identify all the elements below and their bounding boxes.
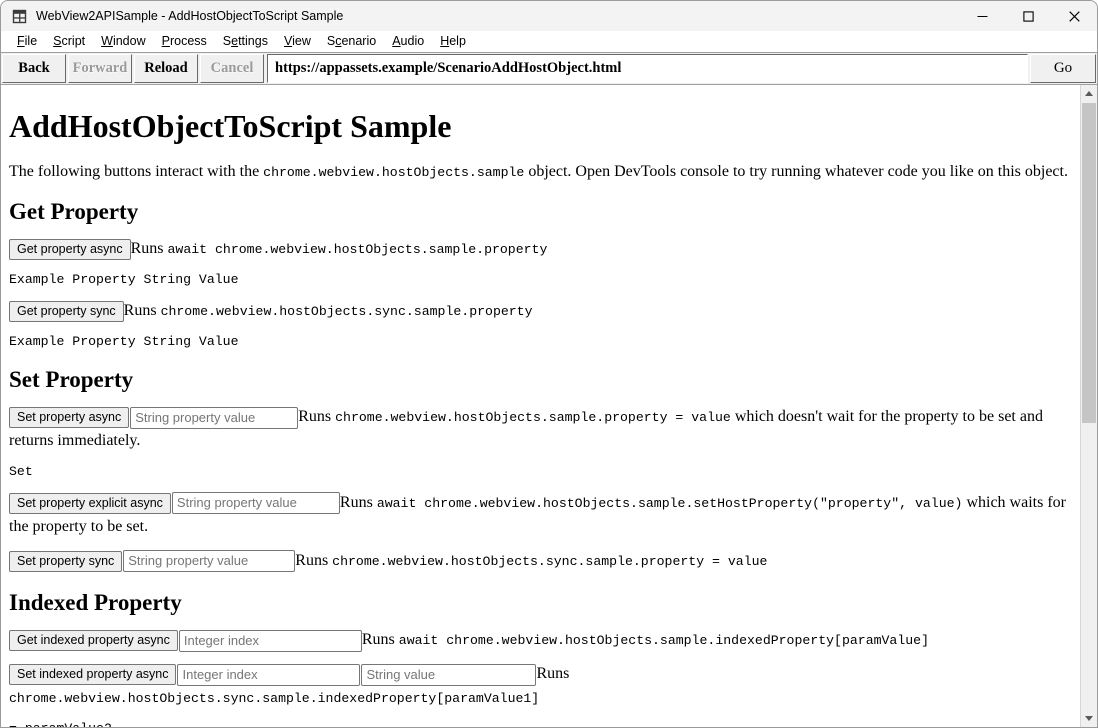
go-button[interactable]: Go: [1030, 54, 1096, 83]
set-property-sync-button[interactable]: Set property sync: [9, 551, 122, 572]
title-bar-left: WebView2APISample - AddHostObjectToScrip…: [1, 9, 343, 24]
scroll-down-arrow[interactable]: [1081, 710, 1097, 727]
get-indexed-property-async-index-input[interactable]: [179, 630, 362, 652]
navigation-toolbar: Back Forward Reload Cancel https://appas…: [1, 52, 1097, 85]
set-indexed-property-async-button[interactable]: Set indexed property async: [9, 664, 176, 685]
row-set-property-sync: Set property sync Runs chrome.webview.hos…: [9, 549, 1072, 573]
address-bar[interactable]: https://appassets.example/ScenarioAddHos…: [267, 54, 1028, 83]
set-indexed-property-async-index-input[interactable]: [177, 664, 360, 686]
row-set-property-async: Set property async Runs chrome.webview.ho…: [9, 405, 1072, 453]
get-property-sync-code: chrome.webview.hostObjects.sync.sample.p…: [161, 304, 533, 319]
get-property-sync-runs-label: Runs: [124, 302, 161, 319]
address-bar-value: https://appassets.example/ScenarioAddHos…: [275, 60, 621, 77]
set-property-sync-runs-label: Runs: [295, 552, 332, 569]
set-property-explicit-async-input[interactable]: [172, 492, 340, 514]
menu-item-process[interactable]: Process: [154, 31, 215, 52]
set-indexed-property-async-value-input[interactable]: [361, 664, 536, 686]
set-property-explicit-async-button[interactable]: Set property explicit async: [9, 493, 171, 514]
get-property-sync-output: Example Property String Value: [9, 334, 1072, 350]
row-set-indexed-property-async: Set indexed property async Runs chrome.we…: [9, 662, 1072, 710]
webview-content: AddHostObjectToScript Sample The followi…: [1, 85, 1097, 727]
get-indexed-property-async-code: await chrome.webview.hostObjects.sample.…: [399, 633, 929, 648]
menu-item-scenario[interactable]: Scenario: [319, 31, 384, 52]
cancel-button[interactable]: Cancel: [200, 54, 264, 83]
close-button[interactable]: [1051, 1, 1097, 31]
back-button[interactable]: Back: [2, 54, 66, 83]
row-get-property-sync: Get property syncRuns chrome.webview.hos…: [9, 299, 1072, 323]
intro-code: chrome.webview.hostObjects.sample: [263, 165, 524, 180]
minimize-button[interactable]: [959, 1, 1005, 31]
application-window: WebView2APISample - AddHostObjectToScrip…: [0, 0, 1098, 728]
get-property-async-code-await: await: [168, 242, 215, 257]
set-indexed-property-async-output: = paramValue2: [9, 721, 1072, 727]
title-bar: WebView2APISample - AddHostObjectToScrip…: [1, 1, 1097, 31]
forward-button[interactable]: Forward: [68, 54, 132, 83]
set-property-explicit-async-runs-label: Runs: [340, 494, 377, 511]
get-property-async-button[interactable]: Get property async: [9, 239, 131, 260]
menu-item-audio[interactable]: Audio: [384, 31, 432, 52]
section-heading-get-property: Get Property: [9, 199, 1072, 224]
set-property-async-button[interactable]: Set property async: [9, 407, 129, 428]
get-property-async-output: Example Property String Value: [9, 272, 1072, 288]
set-property-sync-code: chrome.webview.hostObjects.sync.sample.p…: [332, 554, 767, 569]
set-property-async-output: Set: [9, 464, 1072, 480]
window-grid-icon: [12, 9, 27, 24]
reload-button[interactable]: Reload: [134, 54, 198, 83]
menu-item-window[interactable]: Window: [93, 31, 153, 52]
set-indexed-property-async-code: chrome.webview.hostObjects.sync.sample.i…: [9, 691, 539, 706]
menu-item-help[interactable]: Help: [432, 31, 474, 52]
set-property-sync-input[interactable]: [123, 550, 295, 572]
intro-paragraph: The following buttons interact with the …: [9, 162, 1072, 182]
set-property-async-code: chrome.webview.hostObjects.sample.proper…: [335, 410, 731, 425]
document-body: AddHostObjectToScript Sample The followi…: [1, 85, 1080, 727]
get-property-async-code: chrome.webview.hostObjects.sample.proper…: [215, 242, 547, 257]
set-property-explicit-async-code: await chrome.webview.hostObjects.sample.…: [377, 496, 963, 511]
page-title: AddHostObjectToScript Sample: [9, 109, 1072, 144]
menu-item-view[interactable]: View: [276, 31, 319, 52]
intro-text-before: The following buttons interact with the: [9, 163, 263, 180]
section-heading-set-property: Set Property: [9, 367, 1072, 392]
get-property-sync-button[interactable]: Get property sync: [9, 301, 124, 322]
row-get-indexed-property-async: Get indexed property async Runs await chr…: [9, 628, 1072, 652]
vertical-scrollbar[interactable]: [1080, 85, 1097, 727]
set-indexed-property-async-runs-label: Runs: [536, 665, 569, 682]
scroll-thumb[interactable]: [1082, 103, 1096, 423]
row-get-property-async: Get property asyncRuns await chrome.webv…: [9, 237, 1072, 261]
get-indexed-property-async-button[interactable]: Get indexed property async: [9, 630, 178, 651]
set-property-async-runs-label: Runs: [298, 408, 335, 425]
get-indexed-property-async-runs-label: Runs: [362, 631, 399, 648]
get-property-async-runs-label: Runs: [131, 240, 168, 257]
menu-item-file[interactable]: File: [9, 31, 45, 52]
row-set-property-explicit-async: Set property explicit async Runs await ch…: [9, 491, 1072, 539]
maximize-button[interactable]: [1005, 1, 1051, 31]
window-controls: [959, 1, 1097, 31]
set-property-async-input[interactable]: [130, 407, 298, 429]
scroll-up-arrow[interactable]: [1081, 85, 1097, 102]
menu-item-settings[interactable]: Settings: [215, 31, 276, 52]
window-title: WebView2APISample - AddHostObjectToScrip…: [36, 9, 343, 23]
section-heading-indexed-property: Indexed Property: [9, 590, 1072, 615]
menu-item-script[interactable]: Script: [45, 31, 93, 52]
intro-text-after: object. Open DevTools console to try run…: [524, 163, 1068, 180]
menu-bar: File Script Window Process Settings View…: [1, 31, 1097, 52]
